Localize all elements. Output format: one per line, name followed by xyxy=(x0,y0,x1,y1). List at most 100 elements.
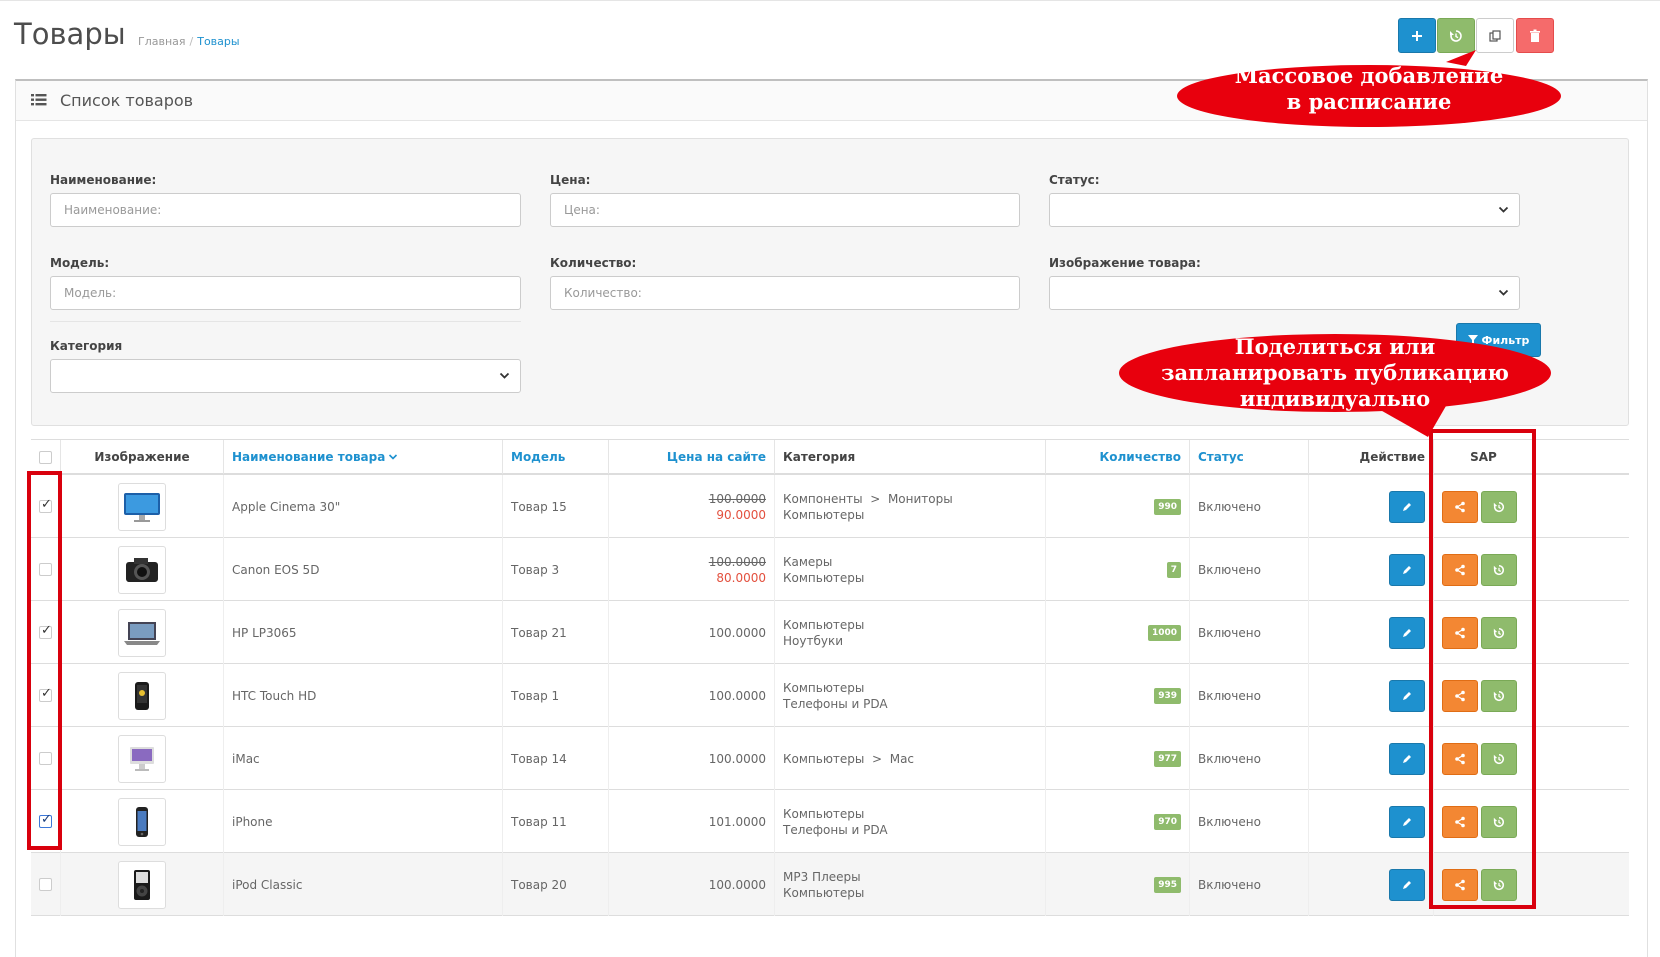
action-cell xyxy=(1308,790,1433,853)
plus-icon xyxy=(1412,30,1422,41)
category-line: Телефоны и PDA xyxy=(783,822,888,837)
category-cell: MP3 Плееры Компьютеры xyxy=(774,853,1045,916)
name-input[interactable]: Наименование: xyxy=(50,193,521,227)
quantity-cell: 1000 xyxy=(1045,601,1189,664)
header-price[interactable]: Цена на сайте xyxy=(608,440,774,474)
category-cell: Компьютеры > Mac xyxy=(774,727,1045,790)
quantity-badge: 939 xyxy=(1154,687,1181,704)
price-cell: 100.0000 xyxy=(608,853,774,916)
pencil-icon xyxy=(1403,629,1411,637)
edit-button[interactable] xyxy=(1389,491,1425,523)
price-label: Цена: xyxy=(550,173,591,187)
select-all-cell xyxy=(31,440,60,474)
select-cell xyxy=(31,853,60,916)
header-image: Изображение xyxy=(60,440,223,474)
product-thumbnail xyxy=(118,671,166,720)
header-action: Действие xyxy=(1308,440,1433,474)
row-checkbox[interactable] xyxy=(39,878,52,891)
header-name[interactable]: Наименование товара xyxy=(223,440,502,474)
category-line: Ноутбуки xyxy=(783,633,844,648)
model-input[interactable]: Модель: xyxy=(50,276,521,310)
edit-button[interactable] xyxy=(1389,554,1425,586)
trash-icon xyxy=(1530,29,1540,42)
individual-schedule-callout-text: Поделиться или запланировать публикацию … xyxy=(1161,334,1509,411)
image-cell xyxy=(60,538,223,601)
edit-button[interactable] xyxy=(1389,680,1425,712)
product-thumbnail xyxy=(118,797,166,846)
category-select[interactable] xyxy=(50,359,521,393)
edit-button[interactable] xyxy=(1389,743,1425,775)
breadcrumb: Главная / Товары xyxy=(138,35,240,48)
select-all-checkbox[interactable] xyxy=(39,450,52,464)
status-cell: Включено xyxy=(1189,664,1308,727)
status-select[interactable] xyxy=(1049,193,1520,227)
price-special: 90.0000 xyxy=(716,507,766,522)
category-line: Компьютеры xyxy=(783,680,865,695)
category-line: Компьютеры xyxy=(783,507,865,522)
price-cell: 101.0000 xyxy=(608,790,774,853)
page-title: Товары xyxy=(14,17,126,51)
status-label: Статус: xyxy=(1049,173,1100,187)
divider xyxy=(50,321,521,322)
category-cell: Компьютеры Ноутбуки xyxy=(774,601,1045,664)
table-body: Apple Cinema 30" Товар 15 100.000090.000… xyxy=(31,475,1629,916)
price-cell: 100.0000 xyxy=(608,727,774,790)
product-thumbnail xyxy=(118,860,166,909)
product-name: Apple Cinema 30" xyxy=(223,475,502,538)
price-cell: 100.0000 90.0000 xyxy=(608,475,774,538)
action-cell xyxy=(1308,727,1433,790)
header-quantity[interactable]: Количество xyxy=(1045,440,1189,474)
history-icon xyxy=(1450,29,1462,42)
header-category: Категория xyxy=(774,440,1045,474)
quantity-badge: 990 xyxy=(1154,498,1181,515)
breadcrumb-home[interactable]: Главная xyxy=(138,35,186,48)
quantity-badge: 995 xyxy=(1154,876,1181,893)
quantity-cell: 995 xyxy=(1045,853,1189,916)
status-cell: Включено xyxy=(1189,727,1308,790)
edit-button[interactable] xyxy=(1389,617,1425,649)
category-line: MP3 Плееры xyxy=(783,869,861,884)
price-cell: 100.0000 80.0000 xyxy=(608,538,774,601)
list-icon xyxy=(31,94,47,106)
breadcrumb-products[interactable]: Товары xyxy=(197,35,239,48)
chevron-down-icon xyxy=(1498,289,1509,296)
price-cell: 100.0000 xyxy=(608,664,774,727)
individual-schedule-callout: Поделиться или запланировать публикацию … xyxy=(1118,333,1552,443)
copy-icon xyxy=(1489,29,1501,42)
table-row: iPod Classic Товар 20 100.0000 MP3 Плеер… xyxy=(31,853,1629,916)
delete-button[interactable] xyxy=(1516,18,1554,53)
price-old: 100.0000 xyxy=(708,491,766,506)
status-cell: Включено xyxy=(1189,790,1308,853)
price-input[interactable]: Цена: xyxy=(550,193,1020,227)
quantity-cell: 977 xyxy=(1045,727,1189,790)
product-model: Товар 15 xyxy=(502,475,608,538)
quantity-cell: 7 xyxy=(1045,538,1189,601)
header-status[interactable]: Статус xyxy=(1189,440,1308,474)
product-list-panel: Список товаров Наименование: Наименовани… xyxy=(15,79,1648,957)
quantity-badge: 977 xyxy=(1154,750,1181,767)
product-model: Товар 14 xyxy=(502,727,608,790)
edit-button[interactable] xyxy=(1389,869,1425,901)
quantity-input[interactable]: Количество: xyxy=(550,276,1020,310)
table-row: Apple Cinema 30" Товар 15 100.000090.000… xyxy=(31,475,1629,538)
image-select[interactable] xyxy=(1049,276,1520,310)
image-label: Изображение товара: xyxy=(1049,256,1201,270)
product-thumbnail xyxy=(118,734,166,783)
product-name: HTC Touch HD xyxy=(223,664,502,727)
mass-schedule-button[interactable] xyxy=(1437,18,1475,53)
caret-down-icon xyxy=(389,454,398,460)
category-label: Категория xyxy=(50,339,123,353)
status-cell: Включено xyxy=(1189,538,1308,601)
category-cell: Компоненты > Мониторы Компьютеры xyxy=(774,475,1045,538)
add-button[interactable] xyxy=(1398,18,1436,53)
product-name: iMac xyxy=(223,727,502,790)
products-table: Изображение Наименование товара Модель Ц… xyxy=(31,439,1629,916)
product-model: Товар 21 xyxy=(502,601,608,664)
copy-button[interactable] xyxy=(1476,18,1514,53)
pencil-icon xyxy=(1403,818,1411,826)
product-name: iPod Classic xyxy=(223,853,502,916)
edit-button[interactable] xyxy=(1389,806,1425,838)
quantity-badge: 1000 xyxy=(1147,624,1181,641)
table-row: HTC Touch HD Товар 1 100.0000 Компьютеры… xyxy=(31,664,1629,727)
header-model[interactable]: Модель xyxy=(502,440,608,474)
